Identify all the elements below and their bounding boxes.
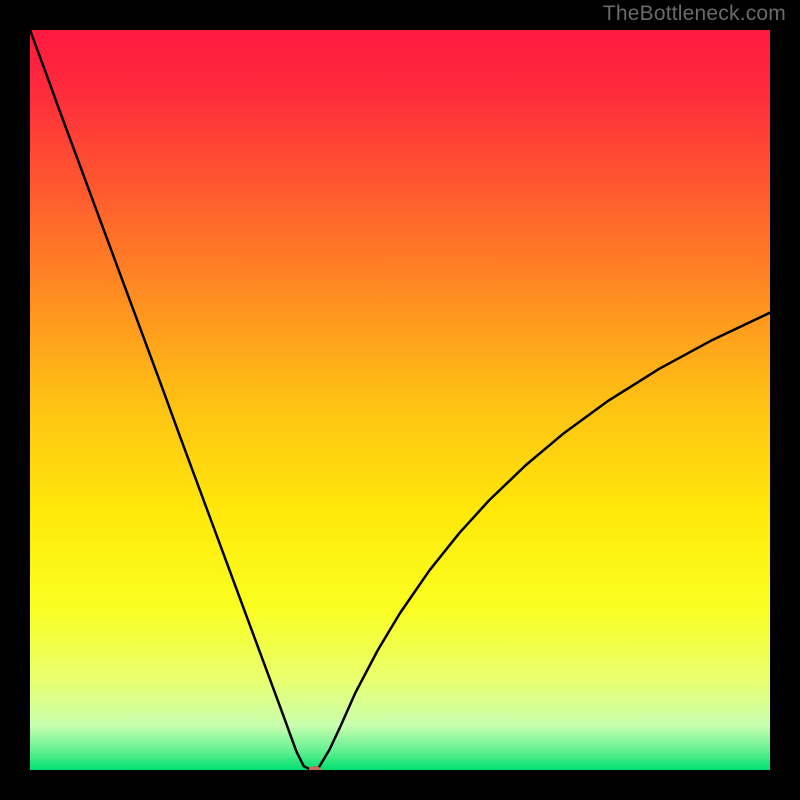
attribution-text: TheBottleneck.com [603,2,786,26]
bottleneck-chart [30,30,770,770]
chart-background [30,30,770,770]
